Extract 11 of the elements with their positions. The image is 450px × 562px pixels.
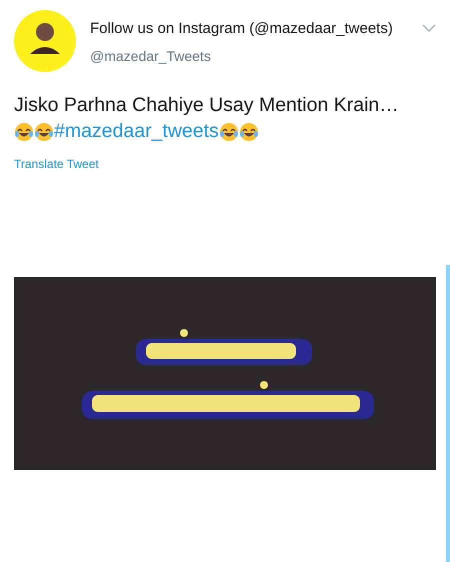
avatar[interactable]: [14, 10, 76, 72]
translate-link[interactable]: Translate Tweet: [14, 157, 99, 171]
laughing-face-icon: [218, 122, 239, 142]
tweet-text: Jisko Parhna Chahiye Usay Mention Krain…: [14, 94, 400, 117]
laughing-face-icon: [238, 122, 259, 142]
laughing-face-icon: [34, 122, 54, 142]
laughing-face-icon: [14, 122, 34, 142]
hashtag-link[interactable]: #mazedaar_tweets: [54, 120, 219, 143]
author-name[interactable]: Follow us on Instagram (@mazedaar_tweets): [90, 20, 408, 37]
scroll-bar[interactable]: [446, 265, 450, 562]
author-handle[interactable]: @mazedar_Tweets: [90, 48, 408, 64]
